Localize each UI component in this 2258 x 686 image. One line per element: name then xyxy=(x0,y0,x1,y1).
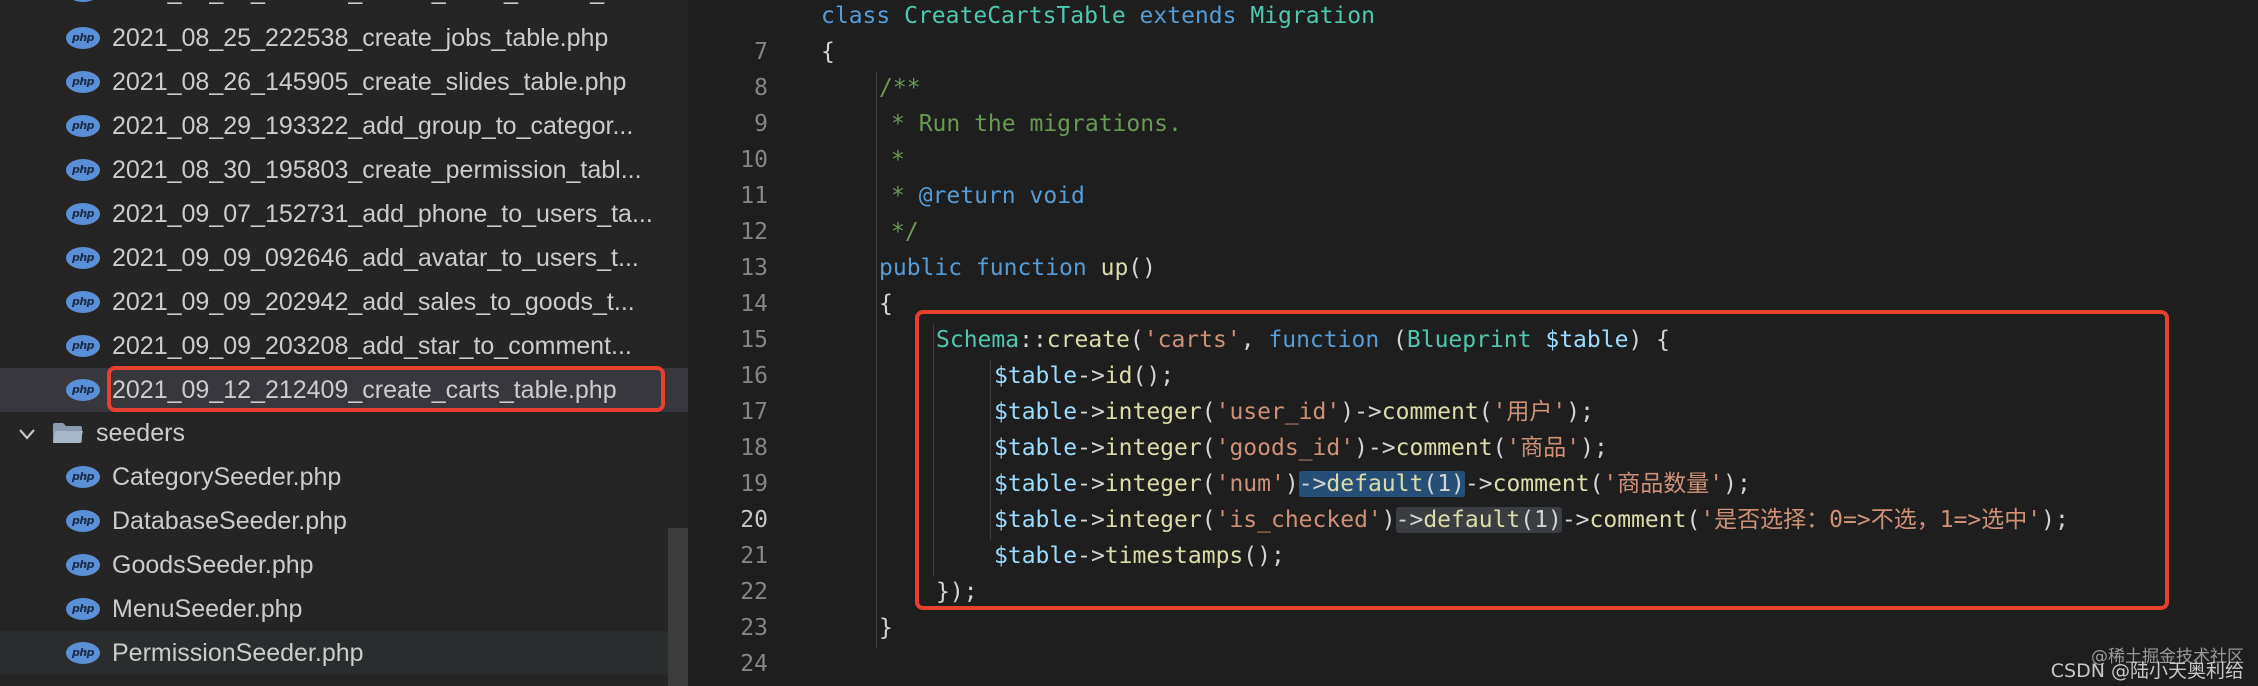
php-file-icon: php xyxy=(66,466,100,488)
file-item[interactable]: php 2021_08_29_193322_add_group_to_categ… xyxy=(0,104,688,148)
file-explorer-sidebar: php 2021_08_25_183641_create_order_detai… xyxy=(0,0,688,686)
code-text: { xyxy=(879,291,893,317)
file-label: MenuSeeder.php xyxy=(112,595,303,623)
php-file-icon: php xyxy=(66,0,100,2)
code-text: * xyxy=(891,147,905,173)
php-file-icon: php xyxy=(66,642,100,664)
file-label: 2021_08_29_193322_add_group_to_categor..… xyxy=(112,112,634,140)
php-file-icon: php xyxy=(66,554,100,576)
file-label: GoodsSeeder.php xyxy=(112,551,314,579)
file-item-partial[interactable]: php 2021_08_25_183641_create_order_detai… xyxy=(0,0,688,13)
folder-open-icon xyxy=(53,423,83,443)
code-line: 13 */ xyxy=(688,214,2258,281)
file-label: 2021_09_07_152731_add_phone_to_users_ta.… xyxy=(112,200,653,228)
file-item[interactable]: php 2021_09_09_092646_add_avatar_to_user… xyxy=(0,236,688,280)
line-number: 25 xyxy=(688,682,768,686)
code-line: 12 * @return void xyxy=(688,178,2258,245)
code-text: { xyxy=(821,39,835,65)
file-item[interactable]: php 2021_09_09_203208_add_star_to_commen… xyxy=(0,324,688,368)
code-text: * Run the migrations. xyxy=(891,111,1182,137)
file-item[interactable]: php DatabaseSeeder.php xyxy=(0,499,688,543)
php-file-icon: php xyxy=(66,510,100,532)
file-label: 2021_08_25_222538_create_jobs_table.php xyxy=(112,24,609,52)
file-label: DatabaseSeeder.php xyxy=(112,507,347,535)
php-file-icon: php xyxy=(66,379,100,401)
file-label: 2021_08_26_145905_create_slides_table.ph… xyxy=(112,68,627,96)
code-line: 10 * Run the migrations. xyxy=(688,106,2258,173)
file-item[interactable]: php 2021_08_25_222538_create_jobs_table.… xyxy=(0,16,688,60)
file-item[interactable]: php CategorySeeder.php xyxy=(0,455,688,499)
file-item[interactable]: php 2021_09_09_202942_add_sales_to_goods… xyxy=(0,280,688,324)
file-label: PermissionSeeder.php xyxy=(112,639,364,667)
php-file-icon: php xyxy=(66,71,100,93)
php-file-icon: php xyxy=(66,291,100,313)
code-line: 14 public function up() xyxy=(688,250,2258,317)
file-item[interactable]: php PermissionSeeder.php xyxy=(0,631,688,675)
code-text: /** xyxy=(879,75,921,101)
watermark-csdn: CSDN @陆小天奥利给 xyxy=(2050,660,2244,682)
code-text: public function up() xyxy=(879,255,1156,281)
chevron-down-icon[interactable] xyxy=(16,423,38,445)
file-item[interactable]: php GoodsSeeder.php xyxy=(0,543,688,587)
code-line: 9 /** xyxy=(688,70,2258,137)
file-item[interactable]: php 2021_08_26_145905_create_slides_tabl… xyxy=(0,60,688,104)
sidebar-scrollbar[interactable] xyxy=(668,528,688,686)
code-line: 11 * xyxy=(688,142,2258,209)
file-label: 2021_09_09_202942_add_sales_to_goods_t..… xyxy=(112,288,635,316)
selected-file-highlight-box xyxy=(107,366,665,412)
file-item[interactable]: php 2021_09_07_152731_add_phone_to_users… xyxy=(0,192,688,236)
file-label: CategorySeeder.php xyxy=(112,463,342,491)
php-file-icon: php xyxy=(66,598,100,620)
file-label: 2021_09_09_092646_add_avatar_to_users_t.… xyxy=(112,244,639,272)
code-line: 7 class CreateCartsTable extends Migrati… xyxy=(688,0,2258,65)
code-text: class CreateCartsTable extends Migration xyxy=(821,3,1375,29)
code-line: 8 { xyxy=(688,34,2258,101)
code-line: 24 } xyxy=(688,610,2258,677)
file-item[interactable]: php MenuSeeder.php xyxy=(0,587,688,631)
php-file-icon: php xyxy=(66,27,100,49)
file-label: 2021_08_25_183641_create_order_details_t… xyxy=(112,0,625,13)
folder-item-seeders[interactable]: seeders xyxy=(0,411,688,455)
php-file-icon: php xyxy=(66,203,100,225)
php-file-icon: php xyxy=(66,159,100,181)
code-text: */ xyxy=(891,219,919,245)
code-highlight-box xyxy=(915,310,2169,610)
code-line: 25 xyxy=(688,646,2258,682)
folder-label: seeders xyxy=(96,419,185,447)
code-text: } xyxy=(879,615,893,641)
php-file-icon: php xyxy=(66,115,100,137)
code-text: * @return void xyxy=(891,183,1085,209)
file-item[interactable]: php 2021_08_30_195803_create_permission_… xyxy=(0,148,688,192)
file-label: 2021_08_30_195803_create_permission_tabl… xyxy=(112,156,642,184)
file-label: 2021_09_09_203208_add_star_to_comment... xyxy=(112,332,632,360)
php-file-icon: php xyxy=(66,335,100,357)
php-file-icon: php xyxy=(66,247,100,269)
